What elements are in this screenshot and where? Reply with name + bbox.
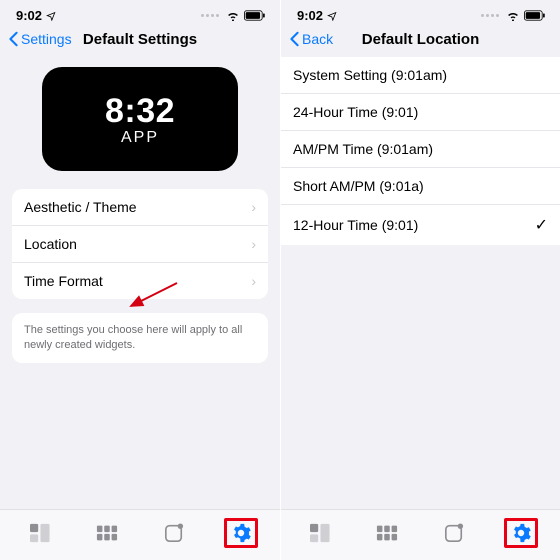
checkmark-icon: ✓ [535, 215, 548, 235]
tab-settings[interactable] [224, 518, 258, 548]
back-button[interactable]: Back [289, 31, 333, 47]
location-icon [46, 11, 56, 21]
chevron-left-icon [289, 31, 300, 47]
option-short-ampm[interactable]: Short AM/PM (9:01a) [281, 168, 560, 205]
tab-bar [0, 509, 280, 560]
chevron-right-icon: › [251, 273, 256, 289]
tab-grid[interactable] [370, 518, 404, 548]
back-button[interactable]: Settings [8, 31, 72, 47]
chevron-left-icon [8, 31, 19, 47]
gear-icon [230, 522, 252, 544]
carrier-dots [481, 14, 499, 17]
option-label: AM/PM Time (9:01am) [293, 141, 433, 157]
status-bar: 9:02 [0, 0, 280, 25]
tab-grid[interactable] [90, 518, 124, 548]
status-bar: 9:02 [281, 0, 560, 25]
option-label: 12-Hour Time (9:01) [293, 217, 418, 233]
location-icon [327, 11, 337, 21]
page-title: Default Location [362, 31, 480, 48]
option-12-hour[interactable]: 12-Hour Time (9:01) ✓ [281, 205, 560, 245]
row-label: Time Format [24, 273, 103, 289]
settings-note: The settings you choose here will apply … [12, 313, 268, 363]
row-label: Aesthetic / Theme [24, 199, 137, 215]
tab-settings[interactable] [504, 518, 538, 548]
wifi-icon [226, 10, 240, 21]
settings-list: Aesthetic / Theme › Location › Time Form… [12, 189, 268, 299]
battery-icon [524, 10, 546, 21]
tab-layout[interactable] [23, 518, 57, 548]
option-system-setting[interactable]: System Setting (9:01am) [281, 57, 560, 94]
chevron-right-icon: › [251, 236, 256, 252]
option-label: Short AM/PM (9:01a) [293, 178, 424, 194]
row-aesthetic-theme[interactable]: Aesthetic / Theme › [12, 189, 268, 226]
options-list: System Setting (9:01am) 24-Hour Time (9:… [281, 57, 560, 245]
tab-widget[interactable] [157, 518, 191, 548]
option-24-hour[interactable]: 24-Hour Time (9:01) [281, 94, 560, 131]
nav-bar: Settings Default Settings [0, 25, 280, 57]
tab-bar [281, 509, 560, 560]
back-label: Back [302, 31, 333, 47]
option-label: System Setting (9:01am) [293, 67, 447, 83]
nav-bar: Back Default Location [281, 25, 560, 57]
phone-right: 9:02 Back Default Location System Settin… [280, 0, 560, 560]
page-title: Default Settings [83, 31, 197, 48]
row-location[interactable]: Location › [12, 226, 268, 263]
tab-layout[interactable] [303, 518, 337, 548]
battery-icon [244, 10, 266, 21]
status-time: 9:02 [297, 8, 323, 23]
wifi-icon [506, 10, 520, 21]
option-ampm[interactable]: AM/PM Time (9:01am) [281, 131, 560, 168]
back-label: Settings [21, 31, 72, 47]
tab-widget[interactable] [437, 518, 471, 548]
chevron-right-icon: › [251, 199, 256, 215]
option-label: 24-Hour Time (9:01) [293, 104, 418, 120]
status-time: 9:02 [16, 8, 42, 23]
preview-time: 8:32 [105, 92, 175, 131]
preview-label: APP [121, 129, 159, 147]
carrier-dots [201, 14, 219, 17]
row-time-format[interactable]: Time Format › [12, 263, 268, 299]
phone-left: 9:02 Settings Default Settings 8:32 APP [0, 0, 280, 560]
gear-icon [510, 522, 532, 544]
widget-preview: 8:32 APP [42, 67, 238, 171]
row-label: Location [24, 236, 77, 252]
